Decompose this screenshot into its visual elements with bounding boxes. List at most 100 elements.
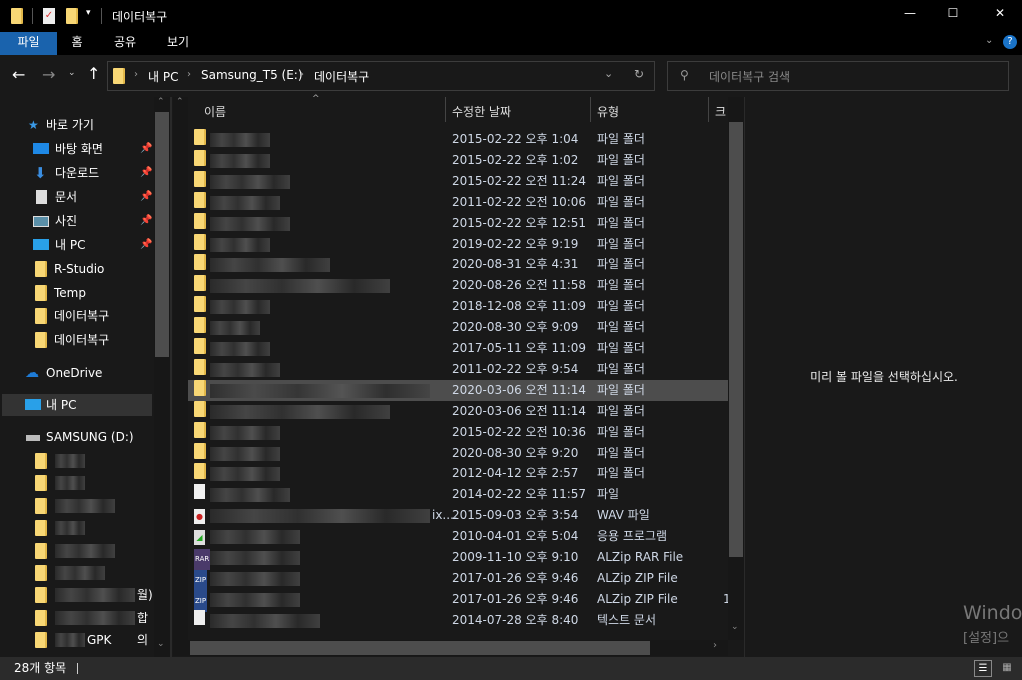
file-row[interactable]: 2014-07-28 오후 8:40 텍스트 문서 (188, 609, 728, 631)
file-row[interactable]: 2015-02-22 오후 12:51 파일 폴더 (188, 212, 728, 234)
breadcrumb-folder[interactable]: 데이터복구 (314, 68, 369, 85)
forward-button[interactable]: → (42, 65, 55, 84)
file-row[interactable]: RAR 2009-11-10 오후 9:10 ALZip RAR File (188, 547, 728, 570)
search-input[interactable]: 데이터복구 검색 (709, 68, 790, 85)
sidebar-drive-folder[interactable] (0, 450, 152, 472)
sidebar-label: 사진 (55, 214, 78, 228)
blurred-file-name (210, 383, 430, 398)
breadcrumb-pc[interactable]: 내 PC (148, 68, 178, 85)
maximize-button[interactable]: ☐ (938, 6, 968, 20)
pin-icon[interactable]: 📌 (140, 234, 152, 256)
sidebar-drive-d[interactable]: SAMSUNG (D:) (0, 426, 152, 448)
close-button[interactable]: ✕ (985, 6, 1015, 20)
sidebar-item-folder[interactable]: 데이터복구 (0, 305, 152, 327)
file-row[interactable]: 2020-08-31 오후 4:31 파일 폴더 (188, 254, 728, 275)
file-row[interactable]: 2019-02-22 오후 9:19 파일 폴더 (188, 233, 728, 255)
file-row[interactable]: 2018-12-08 오후 11:09 파일 폴더 (188, 296, 728, 317)
large-icons-view-button[interactable]: ▦ (998, 660, 1016, 677)
sidebar-item-documents[interactable]: 문서 📌 (0, 186, 152, 208)
scroll-up-icon[interactable]: ⌃ (157, 97, 165, 107)
expand-ribbon-icon[interactable]: ⌄ (985, 35, 993, 46)
help-button[interactable]: ? (1003, 35, 1017, 49)
sidebar-drive-folder[interactable] (0, 540, 152, 562)
pin-icon[interactable]: 📌 (140, 138, 152, 160)
file-row[interactable]: 2020-08-30 오후 9:20 파일 폴더 (188, 442, 728, 464)
sidebar-item-pictures[interactable]: 사진 📌 (0, 210, 152, 232)
properties-icon[interactable]: ✓ (43, 8, 55, 24)
scroll-up-icon[interactable]: ⌃ (176, 97, 184, 107)
cloud-icon: ☁ (25, 365, 39, 381)
file-row[interactable]: 2015-02-22 오후 1:02 파일 폴더 (188, 149, 728, 171)
tab-home[interactable]: 홈 (57, 32, 97, 55)
file-type: 파일 폴더 (597, 382, 645, 397)
file-row[interactable]: 2015-02-22 오전 11:24 파일 폴더 (188, 170, 728, 192)
pane-divider (170, 97, 172, 657)
recent-locations-button[interactable]: ⌄ (68, 68, 76, 78)
tab-file[interactable]: 파일 (0, 32, 57, 55)
sidebar-drive-folder[interactable]: 월) (0, 584, 153, 606)
file-row[interactable]: 2015-02-22 오전 10:36 파일 폴더 (188, 421, 728, 443)
blurred-file-name (210, 613, 320, 628)
sidebar-onedrive[interactable]: ☁ OneDrive (0, 362, 152, 384)
pin-icon[interactable]: 📌 (140, 162, 152, 184)
file-row[interactable]: 2015-02-22 오후 1:04 파일 폴더 (188, 129, 728, 150)
file-row[interactable]: ● ix.... 2015-09-03 오후 3:54 WAV 파일 (188, 505, 728, 526)
pin-icon[interactable]: 📌 (140, 210, 152, 232)
sidebar-this-pc[interactable]: 내 PC (2, 394, 152, 416)
refresh-icon[interactable]: ↻ (634, 67, 644, 81)
breadcrumb-drive[interactable]: Samsung_T5 (E:) (201, 68, 303, 82)
scrollbar-thumb[interactable] (190, 641, 650, 655)
file-row[interactable]: 2012-04-12 오후 2:57 파일 폴더 (188, 463, 728, 484)
pin-icon[interactable]: 📌 (140, 186, 152, 208)
file-list-vertical-scrollbar[interactable]: ⌄ (728, 97, 744, 640)
blurred-file-name (210, 488, 290, 503)
sidebar-scrollbar[interactable]: ⌃ ⌄ (154, 97, 170, 657)
scroll-down-icon[interactable]: ⌄ (731, 622, 739, 632)
chevron-right-icon: › (134, 69, 138, 80)
scrollbar-thumb[interactable] (729, 122, 743, 557)
back-button[interactable]: ← (12, 65, 25, 84)
sidebar-quick-access[interactable]: ★ 바로 가기 (0, 114, 152, 136)
file-row[interactable]: 2014-02-22 오후 11:57 파일 (188, 484, 728, 505)
file-date: 2020-08-26 오전 11:58 (452, 278, 587, 293)
sidebar-drive-folder[interactable] (0, 562, 152, 584)
details-view-button[interactable]: ☰ (974, 660, 992, 677)
file-row[interactable]: 2011-02-22 오후 9:54 파일 폴더 (188, 358, 728, 380)
sidebar-item-folder[interactable]: Temp (0, 282, 152, 304)
folder-icon (35, 308, 47, 324)
tab-share[interactable]: 공유 (103, 32, 147, 55)
sidebar-drive-folder[interactable]: GPK (0, 629, 152, 651)
file-row[interactable]: 2020-03-06 오전 11:14 파일 폴더 (188, 379, 728, 401)
sidebar-drive-folder[interactable] (0, 495, 152, 517)
file-date: 2017-01-26 오후 9:46 (452, 570, 579, 585)
new-folder-icon[interactable] (66, 8, 78, 24)
scroll-down-icon[interactable]: ⌄ (157, 639, 165, 649)
scrollbar-thumb[interactable] (155, 112, 169, 357)
search-box[interactable]: ⚲ 데이터복구 검색 (667, 61, 1009, 91)
file-row[interactable]: ZIP 2017-01-26 오후 9:46 ALZip ZIP File (188, 568, 728, 591)
sidebar-drive-folder[interactable] (0, 472, 152, 494)
file-row[interactable]: ◢ 2010-04-01 오후 5:04 응용 프로그램 (188, 526, 728, 547)
sidebar-drive-folder[interactable] (0, 517, 152, 539)
file-row[interactable]: 2020-08-26 오전 11:58 파일 폴더 (188, 275, 728, 296)
file-row[interactable]: 2020-03-06 오전 11:14 파일 폴더 (188, 400, 728, 422)
minimize-button[interactable]: — (895, 6, 925, 20)
file-row[interactable]: 2011-02-22 오전 10:06 파일 폴더 (188, 191, 728, 213)
sidebar-item-folder[interactable]: R-Studio (0, 258, 152, 280)
sidebar-item-pc-pinned[interactable]: 내 PC 📌 (0, 234, 152, 256)
address-dropdown-icon[interactable]: ⌄ (604, 67, 613, 80)
file-row[interactable]: 2020-08-30 오후 9:09 파일 폴더 (188, 317, 728, 338)
customize-quick-access-icon[interactable]: ▾ (86, 8, 91, 18)
file-type: 파일 폴더 (597, 173, 645, 188)
up-button[interactable]: ↑ (87, 64, 100, 83)
file-row[interactable]: ZIP 2017-01-26 오후 9:46 ALZip ZIP File 1 (188, 589, 728, 612)
address-bar[interactable]: › 내 PC › Samsung_T5 (E:) › 데이터복구 ⌄ ↻ (107, 61, 655, 91)
sidebar-item-desktop[interactable]: 바탕 화면 📌 (0, 138, 152, 160)
sidebar-item-folder[interactable]: 데이터복구 (0, 329, 152, 351)
file-list-horizontal-scrollbar[interactable]: › (173, 640, 728, 656)
scroll-right-icon[interactable]: › (713, 640, 717, 651)
file-row[interactable]: 2017-05-11 오후 11:09 파일 폴더 (188, 338, 728, 359)
sidebar-drive-folder[interactable]: 합의 (0, 607, 152, 647)
tab-view[interactable]: 보기 (156, 32, 200, 55)
sidebar-item-downloads[interactable]: ⬇ 다운로드 📌 (0, 162, 152, 184)
